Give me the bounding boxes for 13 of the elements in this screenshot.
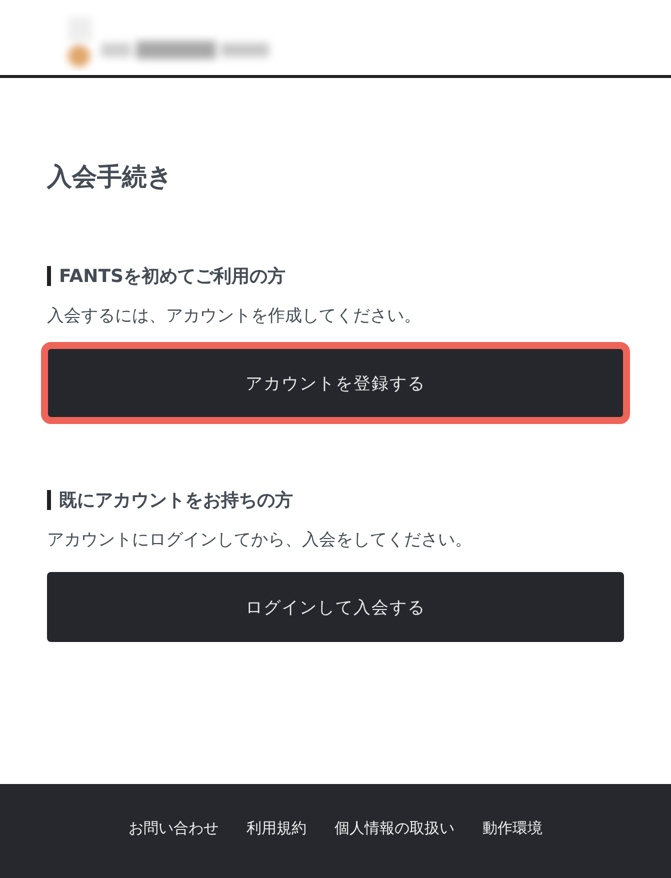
footer-link[interactable]: 利用規約 [246,818,306,838]
footer-link[interactable]: 動作環境 [482,818,542,838]
section-description: アカウントにログインしてから、入会をしてください。 [47,529,473,552]
section-heading: 既にアカウントをお持ちの方 [59,489,293,512]
action-button[interactable]: アカウントを登録する [47,348,624,418]
action-button[interactable]: ログインして入会する [47,572,624,642]
heading-bar [47,490,51,510]
footer-link[interactable]: 個人情報の取扱い [334,818,454,838]
heading-bar [47,266,51,286]
section-heading: FANTSを初めてご利用の方 [59,265,286,288]
page-title: 入会手続き [47,161,174,193]
section-description: 入会するには、アカウントを作成してください。 [47,305,422,328]
footer-link[interactable]: お問い合わせ [128,818,218,838]
